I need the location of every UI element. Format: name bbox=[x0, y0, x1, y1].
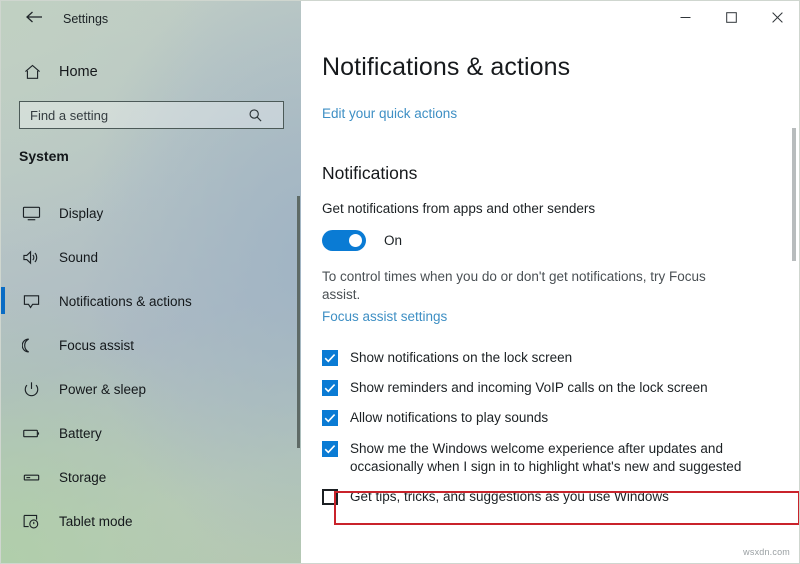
search-input[interactable] bbox=[30, 107, 242, 123]
notification-options-list: Show notifications on the lock screen Sh… bbox=[322, 349, 799, 525]
checkmark-icon[interactable] bbox=[322, 350, 338, 366]
speaker-icon bbox=[19, 246, 43, 268]
storage-drive-icon bbox=[19, 466, 43, 488]
toggle-state-label: On bbox=[384, 233, 403, 248]
checkbox-row-welcome-experience[interactable]: Show me the Windows welcome experience a… bbox=[322, 440, 782, 476]
window-controls bbox=[662, 1, 799, 33]
sidebar-item-sound-label: Sound bbox=[59, 249, 99, 265]
sidebar-item-storage[interactable]: Storage bbox=[1, 455, 301, 499]
power-icon bbox=[19, 378, 43, 400]
focus-assist-help-text: To control times when you do or don't ge… bbox=[322, 269, 706, 302]
sidebar-scrollbar[interactable] bbox=[297, 196, 300, 448]
search-box[interactable] bbox=[19, 101, 284, 129]
window-titlebar: Settings bbox=[1, 1, 301, 35]
main-scrollbar[interactable] bbox=[792, 128, 796, 261]
main-content: Notifications & actions Edit your quick … bbox=[301, 1, 799, 563]
checkbox-label: Show notifications on the lock screen bbox=[350, 350, 573, 365]
search-icon[interactable] bbox=[242, 108, 268, 123]
get-notifications-toggle[interactable] bbox=[322, 230, 366, 251]
page-title: Notifications & actions bbox=[322, 53, 571, 81]
toggle-knob bbox=[349, 234, 362, 247]
moon-icon bbox=[19, 334, 43, 356]
close-button[interactable] bbox=[754, 1, 799, 33]
battery-icon bbox=[19, 422, 43, 444]
sidebar-item-focus-assist-label: Focus assist bbox=[59, 337, 135, 353]
sidebar-item-display[interactable]: Display bbox=[1, 191, 301, 235]
edit-quick-actions-link[interactable]: Edit your quick actions bbox=[322, 106, 457, 121]
sidebar-item-home[interactable]: Home bbox=[1, 57, 301, 87]
sidebar-item-power-and-sleep-label: Power & sleep bbox=[59, 381, 147, 397]
minimize-button[interactable] bbox=[662, 1, 708, 33]
sidebar-item-notifications-and-actions-label: Notifications & actions bbox=[59, 293, 192, 309]
checkbox-label: Get tips, tricks, and suggestions as you… bbox=[350, 489, 669, 505]
get-notifications-toggle-row: On bbox=[322, 230, 402, 251]
watermark: wsxdn.com bbox=[743, 547, 790, 557]
sidebar-item-tablet-mode-label: Tablet mode bbox=[59, 513, 133, 529]
checkmark-icon[interactable] bbox=[322, 410, 338, 427]
checkbox-label: Show reminders and incoming VoIP calls o… bbox=[350, 380, 708, 396]
sidebar-item-focus-assist[interactable]: Focus assist bbox=[1, 323, 301, 367]
sidebar-nav-list: Display Sound Notifications & actions Fo… bbox=[1, 191, 301, 543]
sidebar-item-tablet-mode[interactable]: Tablet mode bbox=[1, 499, 301, 543]
checkbox-row-voip-reminders[interactable]: Show reminders and incoming VoIP calls o… bbox=[322, 379, 782, 397]
back-arrow-icon[interactable] bbox=[23, 9, 45, 29]
checkbox-label: Show me the Windows welcome experience a… bbox=[350, 440, 742, 474]
sidebar-item-notifications-and-actions[interactable]: Notifications & actions bbox=[1, 279, 301, 323]
tablet-touch-icon bbox=[19, 510, 43, 532]
focus-assist-settings-link[interactable]: Focus assist settings bbox=[322, 309, 447, 324]
window-title: Settings bbox=[63, 12, 109, 26]
empty-checkbox-icon[interactable] bbox=[322, 489, 338, 506]
checkbox-row-tips-tricks[interactable]: Get tips, tricks, and suggestions as you… bbox=[322, 488, 782, 506]
sidebar-item-battery-label: Battery bbox=[59, 425, 102, 441]
home-icon bbox=[19, 61, 45, 83]
sidebar-item-storage-label: Storage bbox=[59, 469, 107, 485]
sidebar-section-title: System bbox=[19, 148, 69, 164]
get-notifications-label: Get notifications from apps and other se… bbox=[322, 201, 596, 216]
checkmark-icon[interactable] bbox=[322, 380, 338, 397]
sidebar-item-home-label: Home bbox=[59, 64, 98, 80]
checkbox-label: Allow notifications to play sounds bbox=[350, 410, 549, 426]
notification-balloon-icon bbox=[19, 290, 43, 312]
notifications-heading: Notifications bbox=[322, 163, 418, 183]
checkbox-row-play-sounds[interactable]: Allow notifications to play sounds bbox=[322, 409, 782, 427]
sidebar-item-power-and-sleep[interactable]: Power & sleep bbox=[1, 367, 301, 411]
maximize-button[interactable] bbox=[708, 1, 754, 33]
checkbox-row-lock-screen[interactable]: Show notifications on the lock screen bbox=[322, 349, 782, 367]
settings-window: Settings Home System bbox=[0, 0, 800, 564]
sidebar-item-battery[interactable]: Battery bbox=[1, 411, 301, 455]
sidebar-item-sound[interactable]: Sound bbox=[1, 235, 301, 279]
sidebar-item-display-label: Display bbox=[59, 205, 104, 221]
selection-indicator bbox=[1, 287, 5, 314]
checkmark-icon[interactable] bbox=[322, 440, 338, 457]
sidebar: Settings Home System bbox=[1, 1, 301, 563]
monitor-icon bbox=[19, 202, 43, 224]
